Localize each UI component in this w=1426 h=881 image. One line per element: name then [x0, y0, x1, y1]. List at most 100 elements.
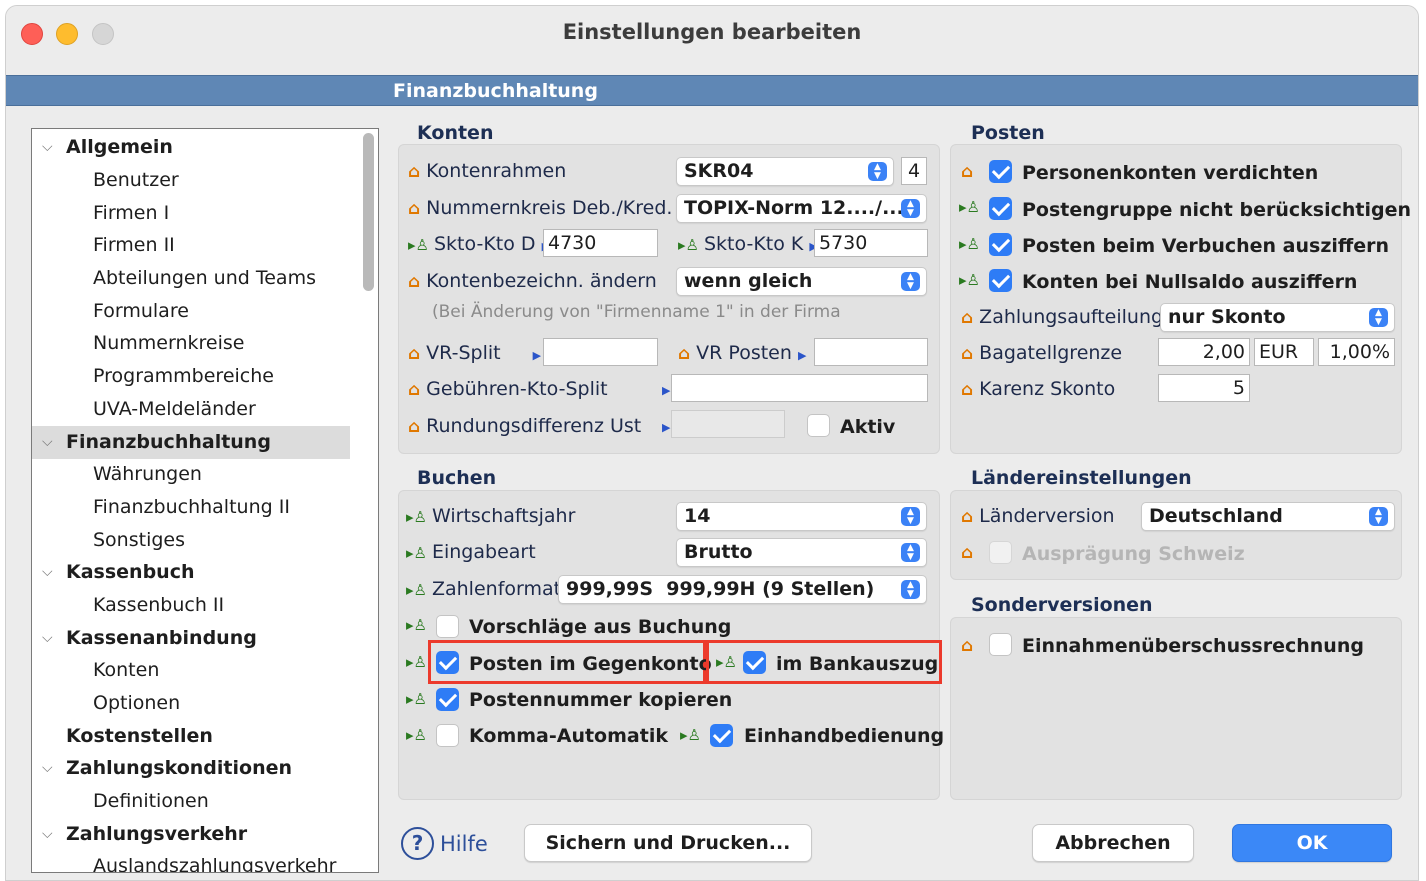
- select-stepper-icon: ▲ ▼: [901, 507, 920, 526]
- tree-item-uva-meldelaender[interactable]: UVA-Meldeländer: [32, 393, 350, 426]
- home-icon: ⌂: [408, 272, 421, 292]
- bagatellgrenze-percent-field[interactable]: 1,00%: [1318, 338, 1395, 366]
- chevron-down-icon[interactable]: ⌵: [42, 622, 53, 655]
- settings-tree[interactable]: ⌵ Allgemein Benutzer Firmen I Firmen II A…: [31, 128, 379, 873]
- bankauszug-label: im Bankauszug: [776, 653, 939, 675]
- bagatellgrenze-currency-field[interactable]: EUR: [1254, 338, 1314, 366]
- eur-checkbox[interactable]: [989, 633, 1012, 656]
- link-arrow-icon[interactable]: ▶: [798, 349, 806, 362]
- home-icon: ⌂: [961, 344, 974, 364]
- komma-automatik-checkbox[interactable]: [436, 724, 459, 747]
- tree-item-sonstiges[interactable]: Sonstiges: [32, 524, 350, 557]
- link-arrow-icon[interactable]: ▶: [662, 384, 670, 397]
- title-bar: Einstellungen bearbeiten: [6, 6, 1418, 74]
- aktiv-checkbox[interactable]: [807, 414, 830, 437]
- vr-posten-field[interactable]: [814, 338, 928, 366]
- cancel-button[interactable]: Abbrechen: [1032, 824, 1194, 862]
- karenz-skonto-field[interactable]: 5: [1158, 374, 1250, 402]
- tree-item-kostenstellen[interactable]: Kostenstellen: [32, 720, 350, 753]
- chevron-down-icon[interactable]: ⌵: [42, 818, 53, 851]
- verbuchen-checkbox[interactable]: [989, 233, 1012, 256]
- tree-item-finanzbuchhaltung[interactable]: ⌵ Finanzbuchhaltung: [32, 426, 350, 459]
- gebuehren-field[interactable]: [671, 374, 928, 402]
- tree-scrollbar[interactable]: [363, 133, 374, 291]
- personenkonten-label: Personenkonten verdichten: [1022, 162, 1319, 184]
- tree-item-nummernkreise[interactable]: Nummernkreise: [32, 327, 350, 360]
- postennummer-label: Postennummer kopieren: [469, 689, 733, 711]
- nullsaldo-checkbox[interactable]: [989, 269, 1012, 292]
- home-icon: ⌂: [408, 199, 421, 219]
- kontenrahmen-number-field[interactable]: 4: [901, 157, 927, 185]
- tree-item-formulare[interactable]: Formulare: [32, 295, 350, 328]
- help-button[interactable]: ? Hilfe: [401, 827, 488, 863]
- tree-item-abteilungen[interactable]: Abteilungen und Teams: [32, 262, 350, 295]
- gebuehren-label: ⌂ Gebühren-Kto-Split: [408, 378, 608, 400]
- user-arrow-icon: ▸♙: [959, 198, 980, 216]
- tree-item-auslandszahlungsverkehr[interactable]: Auslandszahlungsverkehr: [32, 850, 350, 872]
- laender-title: Ländereinstellungen: [971, 467, 1192, 489]
- home-icon: ⌂: [961, 507, 974, 527]
- tree-item-zahlungsverkehr[interactable]: ⌵ Zahlungsverkehr: [32, 818, 350, 851]
- kontenrahmen-select[interactable]: SKR04 ▲ ▼: [676, 157, 894, 186]
- tree-item-allgemein[interactable]: ⌵ Allgemein: [32, 131, 350, 164]
- chevron-down-icon[interactable]: ⌵: [42, 556, 53, 589]
- section-header: Finanzbuchhaltung: [6, 75, 1418, 106]
- auspraegung-schweiz-checkbox[interactable]: [989, 541, 1012, 564]
- karenz-skonto-label: ⌂ Karenz Skonto: [961, 378, 1116, 400]
- laenderversion-select[interactable]: Deutschland ▲ ▼: [1141, 502, 1395, 531]
- bagatellgrenze-field[interactable]: 2,00: [1158, 338, 1250, 366]
- zahlungsaufteilung-select[interactable]: nur Skonto ▲ ▼: [1160, 303, 1395, 332]
- gegenkonto-checkbox[interactable]: [436, 651, 459, 674]
- link-arrow-icon[interactable]: ▶: [662, 421, 670, 434]
- tree-item-firmen-2[interactable]: Firmen II: [32, 229, 350, 262]
- auspraegung-schweiz-label: Ausprägung Schweiz: [1022, 543, 1245, 565]
- user-arrow-icon: ▸♙: [406, 690, 427, 708]
- select-stepper-icon: ▲ ▼: [901, 543, 920, 562]
- chevron-down-icon[interactable]: ⌵: [42, 752, 53, 785]
- posten-title: Posten: [971, 122, 1045, 144]
- kontenbezeichnung-select[interactable]: wenn gleich ▲ ▼: [676, 267, 927, 296]
- tree-item-definitionen[interactable]: Definitionen: [32, 785, 350, 818]
- tree-item-zahlungskonditionen[interactable]: ⌵ Zahlungskonditionen: [32, 752, 350, 785]
- user-arrow-icon: ▸♙: [408, 236, 429, 254]
- skto-kto-k-field[interactable]: 5730: [814, 229, 928, 257]
- wirtschaftsjahr-select[interactable]: 14 ▲ ▼: [676, 502, 927, 531]
- einhandbedienung-label: Einhandbedienung: [744, 725, 945, 747]
- rundungsdifferenz-field[interactable]: [671, 410, 785, 438]
- home-icon: ⌂: [408, 162, 421, 182]
- einhandbedienung-checkbox[interactable]: [710, 724, 733, 747]
- bankauszug-checkbox[interactable]: [743, 651, 766, 674]
- postennummer-checkbox[interactable]: [436, 688, 459, 711]
- kontenbezeichnung-label: ⌂ Kontenbezeichn. ändern: [408, 270, 657, 292]
- konten-title: Konten: [417, 122, 494, 144]
- link-arrow-icon[interactable]: ▶: [533, 349, 541, 362]
- vorschlaege-checkbox[interactable]: [436, 615, 459, 638]
- vr-split-field[interactable]: [543, 338, 658, 366]
- user-arrow-icon: ▸♙: [406, 508, 427, 526]
- tree-item-finanzbuchhaltung-2[interactable]: Finanzbuchhaltung II: [32, 491, 350, 524]
- tree-item-kassenanbindung[interactable]: ⌵ Kassenanbindung: [32, 622, 350, 655]
- personenkonten-checkbox[interactable]: [989, 160, 1012, 183]
- nullsaldo-label: Konten bei Nullsaldo ausziffern: [1022, 271, 1358, 293]
- zahlenformat-select[interactable]: 999,99S 999,99H (9 Stellen) ▲ ▼: [558, 575, 927, 604]
- komma-automatik-label: Komma-Automatik: [469, 725, 668, 747]
- select-stepper-icon: ▲ ▼: [1369, 507, 1388, 526]
- tree-item-kassenbuch-2[interactable]: Kassenbuch II: [32, 589, 350, 622]
- postengruppe-checkbox[interactable]: [989, 197, 1012, 220]
- tree-item-kassenbuch[interactable]: ⌵ Kassenbuch: [32, 556, 350, 589]
- chevron-down-icon[interactable]: ⌵: [42, 131, 53, 164]
- save-print-button[interactable]: Sichern und Drucken...: [524, 824, 812, 862]
- eingabeart-select[interactable]: Brutto ▲ ▼: [676, 538, 927, 567]
- tree-item-firmen-1[interactable]: Firmen I: [32, 197, 350, 230]
- tree-item-benutzer[interactable]: Benutzer: [32, 164, 350, 197]
- tree-item-waehrungen[interactable]: Währungen: [32, 458, 350, 491]
- tree-item-konten[interactable]: Konten: [32, 654, 350, 687]
- user-arrow-icon: ▸♙: [406, 616, 427, 634]
- tree-item-programmbereiche[interactable]: Programmbereiche: [32, 360, 350, 393]
- skto-kto-d-field[interactable]: 4730: [543, 229, 658, 257]
- nummernkreis-select[interactable]: TOPIX-Norm 12..../... ▲ ▼: [676, 194, 927, 223]
- verbuchen-label: Posten beim Verbuchen ausziffern: [1022, 235, 1390, 257]
- ok-button[interactable]: OK: [1232, 824, 1392, 862]
- chevron-down-icon[interactable]: ⌵: [42, 426, 53, 459]
- tree-item-optionen[interactable]: Optionen: [32, 687, 350, 720]
